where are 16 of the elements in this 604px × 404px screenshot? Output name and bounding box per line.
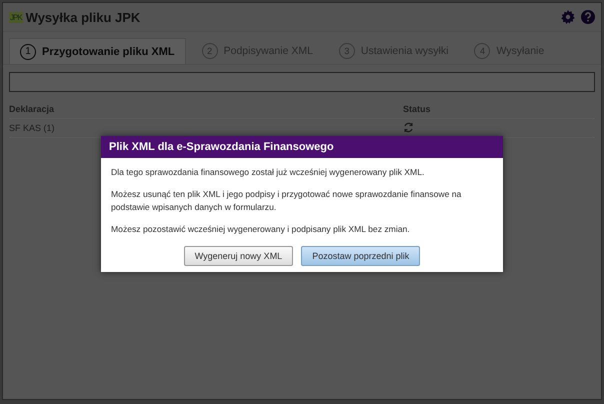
step-number: 1 [20,44,36,60]
help-icon[interactable] [581,10,595,24]
step-tab[interactable]: 1 Przygotowanie pliku XML [9,38,186,64]
dialog-text: Możesz pozostawić wcześniej wygenerowany i podpisany plik XML bez zmian. [111,223,411,236]
settings-icon[interactable] [561,10,575,24]
window-title: Wysyłka pliku JPK [26,10,142,24]
dialog-button[interactable]: Pozostaw poprzedni plik [301,246,420,266]
dialog-button[interactable]: Wygeneruj nowy XML [184,246,294,266]
dialog-text: Dla tego sprawozdania finansowego został już wcześniej wygenerowany plik XML. [111,166,426,178]
refresh-icon [403,122,414,132]
input-field[interactable] [9,72,595,92]
column-header: Status [403,104,431,114]
dialog-title: Plik XML dla e-Sprawozdania Finansowego [101,136,503,158]
dialog-text: Możesz usunąć ten plik XML i jego podpisy i przygotować nowe sprawozdanie finansowe na podstawie wpisanych danych w formularzu. [111,188,462,214]
tab-label: Przygotowanie pliku XML [42,46,175,58]
column-header: Deklaracja [9,104,56,114]
